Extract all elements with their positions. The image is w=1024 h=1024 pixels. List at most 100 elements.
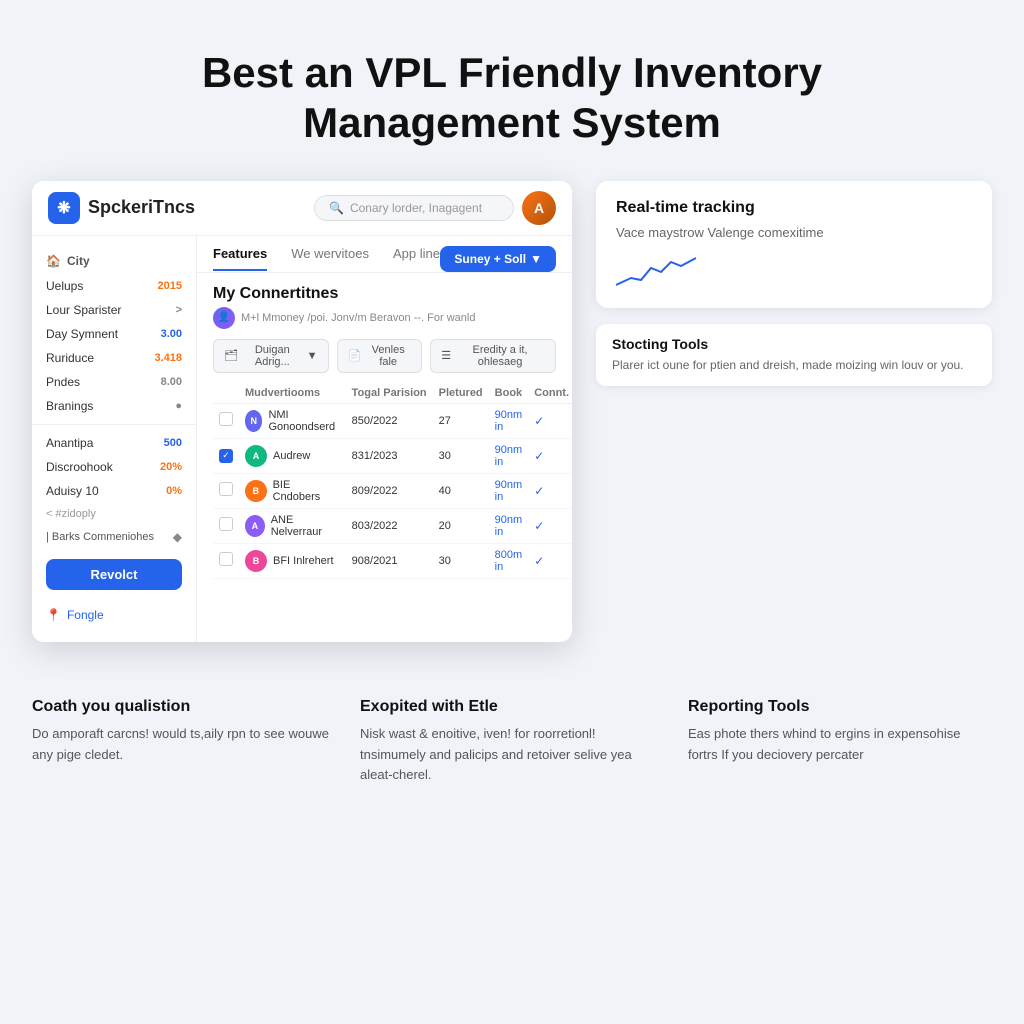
filter-icon3: ☰ [441,349,451,362]
sidebar-bottom-link[interactable]: 📍 Fongle [32,600,196,630]
sidebar-item-discroohook[interactable]: Discroohook 20% [32,455,196,479]
row-name: N NMI Gonoondserd [239,403,346,438]
row-name: A ANE Nelverraur [239,508,346,543]
sidebar-badge: 3.418 [154,352,182,364]
chevron-icon: ▼ [307,350,318,362]
table-row[interactable]: BBIE Cndobers809/20224090nm in✓ [213,473,572,508]
sidebar-item-aduisy[interactable]: Aduisy 10 0% [32,479,196,503]
sidebar-label: Anantipa [46,436,164,450]
bottom-feature-1: Exopited with Etle Nisk wast & enoitive,… [360,698,664,786]
bottom-feature-desc-1: Nisk wast & enoitive, iven! for roorreti… [360,724,664,786]
panel-content: My Connertitnes 👤 M+l Mmoney /poi. Jonv/… [197,273,572,591]
sidebar-item-ruri[interactable]: Ruriduce 3.418 [32,346,196,370]
sidebar-item-day[interactable]: Day Symnent 3.00 [32,322,196,346]
table-body: NNMI Gonoondserd850/20222790nm in✓✓AAudr… [213,403,572,578]
tab-wervitoes[interactable]: We wervitoes [291,246,369,271]
app-search-area: 🔍 Conary lorder, Inagagent A [314,191,556,225]
col-name: Mudvertiooms [239,383,346,404]
barks-icon: ◆ [173,530,182,544]
row-checkbox[interactable]: ✓ [219,449,233,463]
filter-venles[interactable]: 📄 Venles fale [337,339,423,373]
row-connt: ✓ [528,508,572,543]
panel-subtitle: 👤 M+l Mmoney /poi. Jonv/m Beravon --. Fo… [213,307,556,329]
hero-section: Best an VPL Friendly Inventory Managemen… [0,0,1024,181]
user-avatar[interactable]: A [522,191,556,225]
table-row[interactable]: ✓AAudrew831/20233090nm in✓ [213,438,572,473]
row-link[interactable]: 800m in [489,543,529,578]
chart-placeholder [616,250,696,290]
col-connt: Connt. Nov [528,383,572,404]
row-link[interactable]: 90nm in [489,438,529,473]
filter-eredity[interactable]: ☰ Eredity a it, ohlesaeg [430,339,556,373]
sidebar-barks-label: | Barks Commeniohes [46,531,173,543]
search-bar[interactable]: 🔍 Conary lorder, Inagagent [314,195,514,221]
sidebar-item-extra[interactable]: < #zidoply [32,503,196,525]
row-checkbox[interactable] [219,552,233,566]
row-link[interactable]: 90nm in [489,508,529,543]
tabs-bar: Features We wervitoes App line Suney + S… [197,236,572,273]
row-date: 908/2021 [346,543,433,578]
app-topbar: ❋ SpckeriTncs 🔍 Conary lorder, Inagagent… [32,181,572,236]
row-avatar: N [245,410,262,432]
table-row[interactable]: AANE Nelverraur803/20222090nm in✓ [213,508,572,543]
sidebar-item-anantipa[interactable]: Anantipa 500 [32,431,196,455]
bottom-feature-desc-0: Do amporaft carcns! would ts,aily rpn to… [32,724,336,766]
row-date: 803/2022 [346,508,433,543]
row-connt: ✓ [528,403,572,438]
row-name: BBFI Inlrehert [239,543,346,578]
sidebar-badge: ● [175,400,182,412]
sidebar-item-pndes[interactable]: Pndes 8.00 [32,370,196,394]
sidebar-badge: 3.00 [161,328,182,340]
col-book: Book [489,383,529,404]
user-thumb-icon: 👤 [213,307,235,329]
realtime-desc: Vace maystrow Valenge comexitime [616,223,972,243]
sidebar-label: Discroohook [46,460,160,474]
table-row[interactable]: NNMI Gonoondserd850/20222790nm in✓ [213,403,572,438]
search-icon: 🔍 [329,201,344,215]
tab-appline[interactable]: App line [393,246,440,271]
bottom-feature-title-2: Reporting Tools [688,698,992,716]
table-row[interactable]: BBFI Inlrehert908/202130800m in✓ [213,543,572,578]
row-avatar: A [245,515,265,537]
row-name-text: ANE Nelverraur [271,514,340,538]
main-content: ❋ SpckeriTncs 🔍 Conary lorder, Inagagent… [0,181,1024,674]
filter-duigan[interactable]: 🗂 Duigan Adrig... ▼ [213,339,329,373]
bottom-feature-2: Reporting Tools Eas phote thers whind to… [688,698,992,786]
sidebar-badge: 20% [160,461,182,473]
sidebar-label: Lour Sparister [46,303,176,317]
col-date: Togal Parision [346,383,433,404]
action-button[interactable]: Suney + Soll ▼ [440,246,556,272]
row-name: BBIE Cndobers [239,473,346,508]
tabs-list: Features We wervitoes App line [213,246,440,271]
filter-icon2: 📄 [348,349,362,362]
row-count: 40 [433,473,489,508]
sidebar-label: Ruriduce [46,351,154,365]
row-name-text: NMI Gonoondserd [268,409,339,433]
row-count: 27 [433,403,489,438]
stocking-desc: Plarer ict oune for ptien and dreish, ma… [612,356,976,374]
sidebar: 🏠 City Uelups 2015 Lour Sparister > Day … [32,236,197,642]
bottom-feature-0: Coath you qualistion Do amporaft carcns!… [32,698,336,786]
sidebar-item-branings[interactable]: Branings ● [32,394,196,418]
sidebar-divider [32,424,196,425]
stocking-tools-card: Stocting Tools Plarer ict oune for ptien… [596,324,992,386]
revolct-button[interactable]: Revolct [46,559,182,590]
search-placeholder: Conary lorder, Inagagent [350,201,482,215]
row-checkbox[interactable] [219,412,233,426]
row-name-text: BFI Inlrehert [273,555,334,567]
sidebar-item-uelups[interactable]: Uelups 2015 [32,274,196,298]
sidebar-item-lour[interactable]: Lour Sparister > [32,298,196,322]
sidebar-badge: 500 [164,437,182,449]
row-link[interactable]: 90nm in [489,403,529,438]
row-link[interactable]: 90nm in [489,473,529,508]
tab-features[interactable]: Features [213,246,267,271]
row-checkbox[interactable] [219,482,233,496]
col-check [213,383,239,404]
row-date: 831/2023 [346,438,433,473]
action-btn-label: Suney + Soll [454,252,526,266]
row-checkbox[interactable] [219,517,233,531]
sidebar-label: Day Symnent [46,327,161,341]
sidebar-item-barks[interactable]: | Barks Commeniohes ◆ [32,525,196,549]
app-logo-icon: ❋ [48,192,80,224]
sidebar-badge: 2015 [158,280,182,292]
